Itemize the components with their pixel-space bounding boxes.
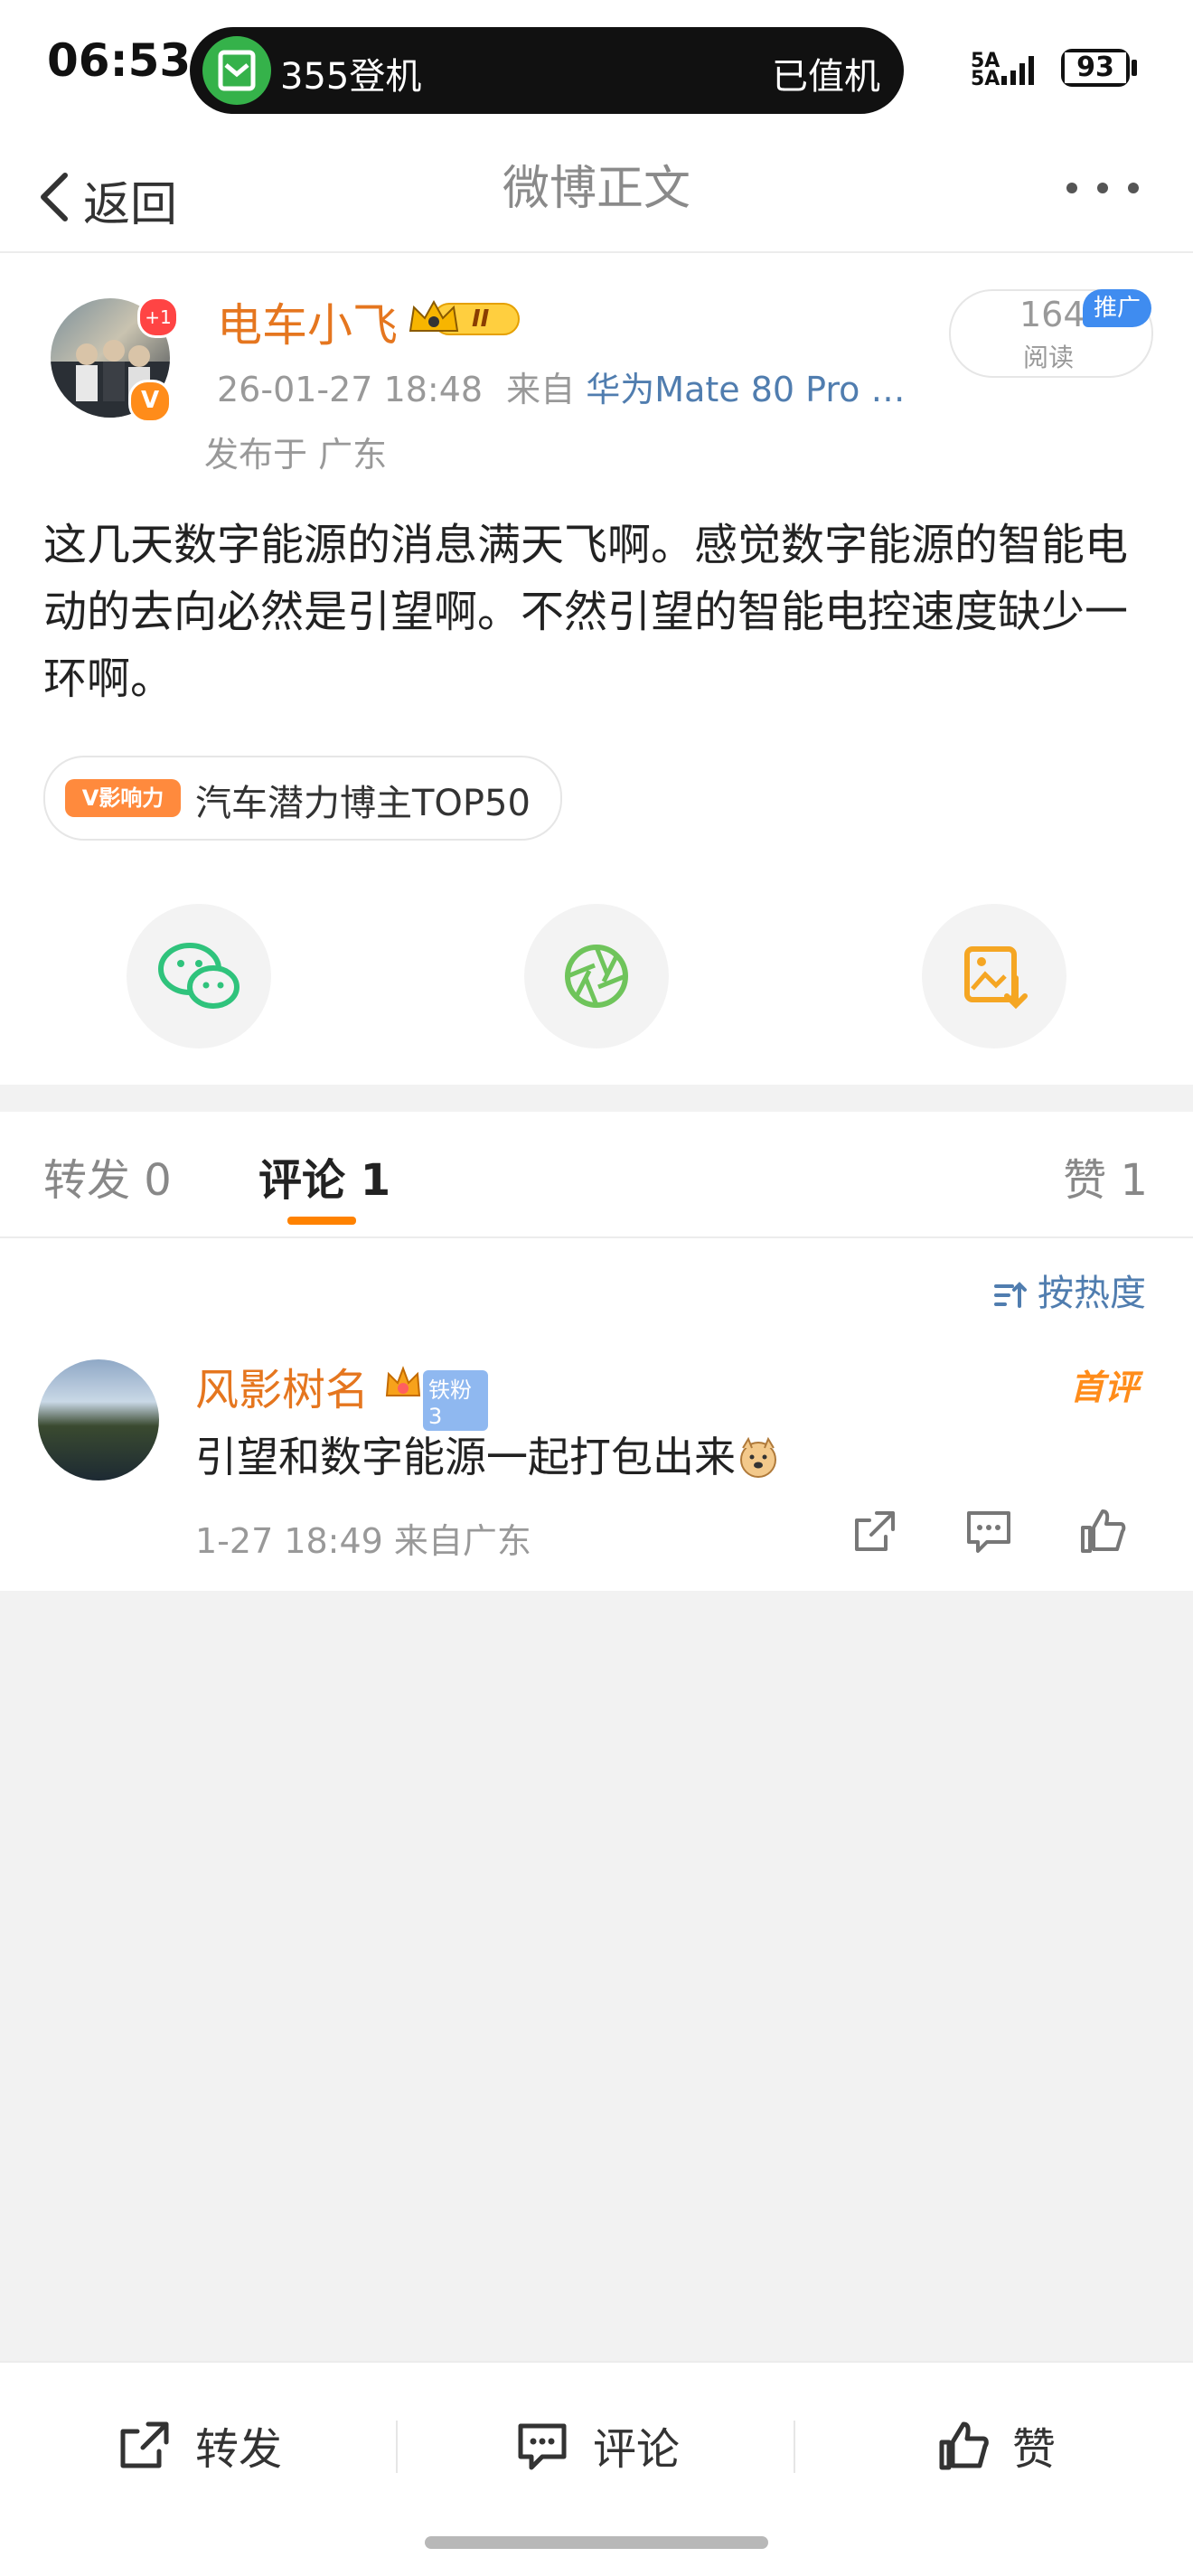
share-wechat-button[interactable] <box>127 904 271 1048</box>
wechat-icon <box>158 943 240 1009</box>
save-image-icon <box>964 946 1028 1010</box>
comment-section: 按热度 风影树名 铁粉3 首评 引望和数字能源一起打包出来 1-27 18:49… <box>0 1238 1193 1591</box>
repost-button[interactable]: 转发 <box>117 2408 316 2480</box>
post-device-link[interactable]: 华为Mate 80 Pro … <box>586 370 905 409</box>
influence-label: 汽车潜力博主TOP50 <box>195 783 531 824</box>
battery-icon: 93 <box>1061 49 1130 87</box>
tab-comments[interactable]: 评论 1 <box>258 1144 390 1208</box>
post-body: 这几天数字能源的消息满天飞啊。感觉数字能源的智能电动的去向必然是引望啊。不然引望… <box>43 520 1129 704</box>
status-time: 06:53 <box>47 34 192 87</box>
commenter-avatar[interactable] <box>38 1359 159 1481</box>
battery-level: 93 <box>1065 52 1126 83</box>
dynamic-island[interactable]: 355登机 已值机 <box>190 27 904 114</box>
fan-crown-icon <box>385 1366 421 1396</box>
doge-emoji-icon <box>740 1436 776 1478</box>
read-count: 164 <box>1019 295 1085 334</box>
battery-cap <box>1132 60 1137 76</box>
page-title: 微博正文 <box>502 162 690 216</box>
save-image-button[interactable] <box>922 904 1066 1048</box>
divider <box>794 2421 795 2473</box>
fan-badge[interactable]: 铁粉3 <box>383 1365 488 1431</box>
post-tabs: 转发 0 评论 1 赞 1 <box>0 1112 1193 1238</box>
influence-badge: V影响力 <box>65 779 181 817</box>
divider <box>396 2421 398 2473</box>
comment-icon <box>518 2423 567 2470</box>
nav-bar: 返回 微博正文 <box>0 136 1193 253</box>
author-name[interactable]: 电车小飞 <box>217 289 398 354</box>
comment-label: 评论 <box>593 2424 681 2475</box>
share-moments-button[interactable] <box>524 904 669 1048</box>
read-label: 阅读 <box>1023 343 1075 372</box>
post-location: 发布于 广东 <box>204 435 388 475</box>
like-button[interactable]: 赞 <box>936 2408 1099 2480</box>
more-options-button[interactable] <box>1057 165 1148 210</box>
fan-level-label: 铁粉3 <box>423 1370 488 1431</box>
commenter-name[interactable]: 风影树名 <box>195 1354 369 1417</box>
post-card: +1 V 电车小飞 II 26-01-27 18:48 来自 华为Mate 80… <box>0 253 1193 1085</box>
post-time: 26-01-27 18:48 <box>217 370 484 409</box>
moments-aperture-icon <box>565 945 628 1008</box>
influence-tag[interactable]: V影响力 汽车潜力博主TOP50 <box>43 756 562 841</box>
repost-icon <box>120 2421 169 2468</box>
reply-comment-icon[interactable] <box>963 1506 1014 1556</box>
comment-button[interactable]: 评论 <box>515 2408 714 2480</box>
more-dot-icon <box>1128 183 1139 193</box>
comment-meta: 1-27 18:49 来自广东 <box>195 1521 531 1561</box>
more-dot-icon <box>1097 183 1108 193</box>
comment-text: 引望和数字能源一起打包出来 <box>195 1424 781 1484</box>
share-comment-icon[interactable] <box>850 1506 900 1556</box>
like-comment-icon[interactable] <box>1077 1506 1128 1556</box>
crown-level-text: II <box>472 306 490 333</box>
island-checkin-status: 已值机 <box>772 56 880 98</box>
tab-likes[interactable]: 赞 1 <box>1063 1144 1148 1208</box>
network-type-label: 5A 5A <box>971 50 1000 90</box>
tab-repost[interactable]: 转发 0 <box>43 1144 172 1208</box>
sort-by-hot-button[interactable]: 按热度 <box>992 1264 1146 1318</box>
boarding-app-icon <box>202 36 271 105</box>
post-meta: 26-01-27 18:48 来自 华为Mate 80 Pro … <box>217 362 906 411</box>
post-from-label: 来自 <box>506 370 576 409</box>
island-flight-text: 355登机 <box>280 56 422 98</box>
status-bar: 06:53 355登机 已值机 5A 5A 93 <box>0 0 1193 136</box>
signal-icon <box>1001 56 1034 85</box>
like-icon <box>939 2421 989 2470</box>
sort-icon <box>994 1282 1027 1308</box>
home-indicator[interactable] <box>425 2536 768 2549</box>
bottom-action-bar: 转发 评论 赞 <box>0 2361 1193 2576</box>
sort-label: 按热度 <box>1038 1273 1146 1314</box>
verified-badge-icon: V <box>128 380 172 423</box>
crown-icon <box>409 299 520 335</box>
avatar-notification-badge: +1 <box>137 296 179 338</box>
comment-body: 引望和数字能源一起打包出来 <box>195 1433 736 1481</box>
active-tab-indicator <box>287 1217 356 1225</box>
more-dot-icon <box>1066 183 1077 193</box>
first-comment-badge: 首评 <box>1069 1368 1139 1407</box>
repost-label: 转发 <box>195 2424 283 2475</box>
promote-badge[interactable]: 推广 <box>1083 289 1151 327</box>
member-crown-badge[interactable]: II <box>407 298 524 340</box>
like-label: 赞 <box>1012 2424 1057 2475</box>
